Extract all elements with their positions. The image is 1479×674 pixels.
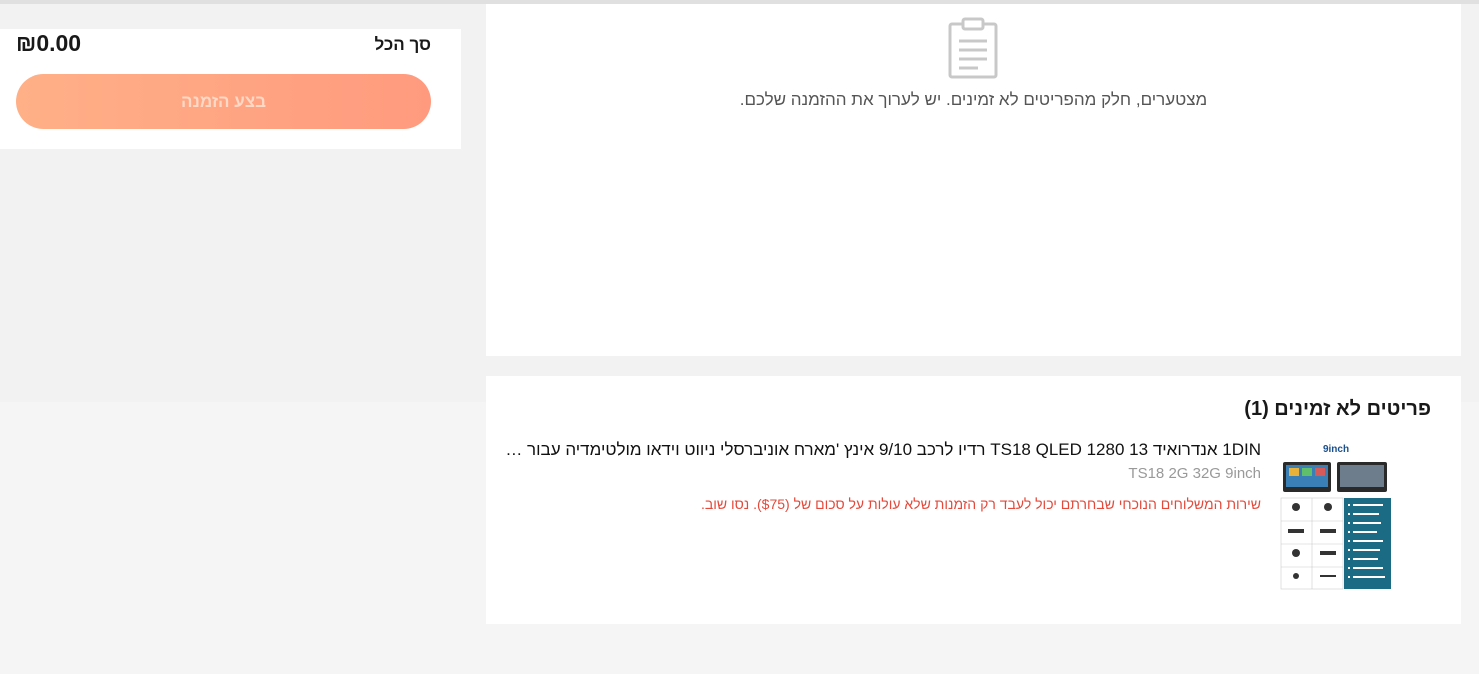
clipboard-icon (948, 17, 998, 79)
unavailable-items-title: פריטים לא זמינים (1) (1244, 398, 1431, 420)
product-thumbnail[interactable]: 9inch (1280, 442, 1392, 590)
total-value: ₪0.00 (16, 30, 82, 56)
order-summary-card: סך הכל ₪0.00 בצע הזמנה (0, 29, 461, 149)
thumb-caption: 9inch (1323, 444, 1349, 455)
unavailable-notice-card: מצטערים, חלק מהפריטים לא זמינים. יש לערו… (486, 4, 1461, 356)
product-name-link[interactable]: 1DIN אנדרואיד 13 TS18 QLED 1280 רדיו לרכ… (501, 440, 1261, 460)
place-order-button[interactable]: בצע הזמנה (16, 74, 431, 129)
product-variant: TS18 2G 32G 9inch (1128, 465, 1261, 482)
unavailable-notice-text: מצטערים, חלק מהפריטים לא זמינים. יש לערו… (739, 90, 1208, 109)
total-label: סך הכל (374, 35, 432, 54)
product-error-message: שירות המשלוחים הנוכחי שבחרתם יכול לעבד ר… (700, 496, 1261, 512)
unavailable-items-card: פריטים לא זמינים (1) 9inch 1DIN אנדרואיד… (486, 376, 1461, 624)
place-order-label: בצע הזמנה (181, 91, 266, 111)
